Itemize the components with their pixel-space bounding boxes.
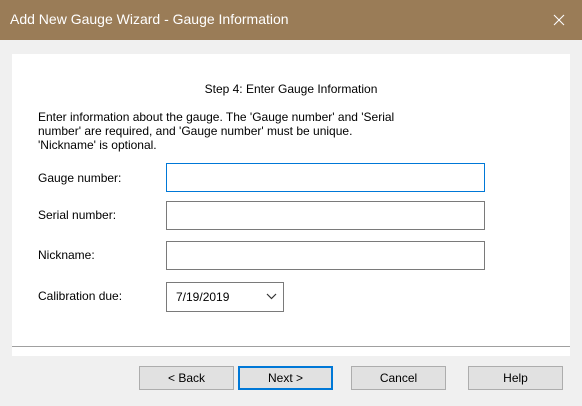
step-title: Step 4: Enter Gauge Information xyxy=(204,82,378,96)
intro-text: Enter information about the gauge. The '… xyxy=(38,110,558,152)
gauge-number-label: Gauge number: xyxy=(38,171,122,185)
gauge-number-field[interactable] xyxy=(166,163,485,192)
calibration-due-date-picker[interactable]: 7/19/2019 xyxy=(166,282,284,312)
chevron-down-icon[interactable] xyxy=(266,293,277,300)
serial-number-label: Serial number: xyxy=(38,208,117,222)
close-button[interactable] xyxy=(536,0,582,40)
serial-number-field[interactable] xyxy=(166,201,485,230)
wizard-page-panel: Step 4: Enter Gauge Information Enter in… xyxy=(12,54,570,356)
nickname-label: Nickname: xyxy=(38,248,95,262)
nickname-field[interactable] xyxy=(166,241,485,270)
intro-line: number' are required, and 'Gauge number'… xyxy=(38,124,353,138)
title-bar: Add New Gauge Wizard - Gauge Information xyxy=(0,0,582,40)
calibration-due-label: Calibration due: xyxy=(38,289,123,303)
intro-line: Enter information about the gauge. The '… xyxy=(38,110,395,124)
cancel-button[interactable]: Cancel xyxy=(351,366,446,390)
calibration-due-value: 7/19/2019 xyxy=(176,290,230,304)
intro-line: 'Nickname' is optional. xyxy=(38,138,157,152)
dialog-body: Step 4: Enter Gauge Information Enter in… xyxy=(0,40,582,406)
close-icon xyxy=(553,14,565,26)
next-button[interactable]: Next > xyxy=(238,366,333,390)
back-button[interactable]: < Back xyxy=(139,366,234,390)
separator-line xyxy=(12,346,570,347)
window-title: Add New Gauge Wizard - Gauge Information xyxy=(10,11,289,27)
help-button[interactable]: Help xyxy=(468,366,563,390)
